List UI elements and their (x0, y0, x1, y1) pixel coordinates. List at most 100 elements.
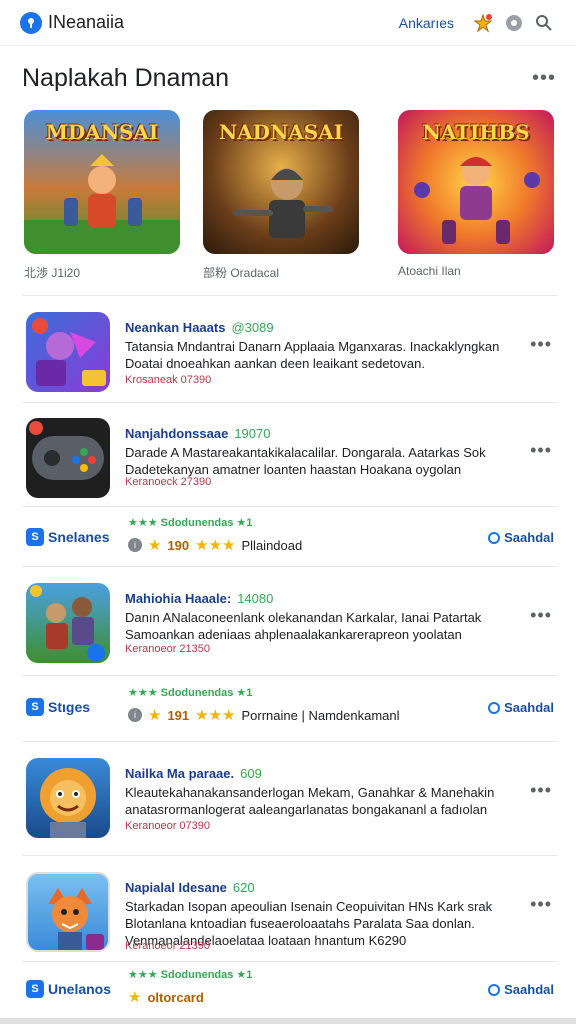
star-icon: ★★★ (195, 537, 236, 554)
promo-stars-line: ★★★ Sdodunendas ★1 (128, 687, 253, 699)
app-title: INeanaiia (48, 12, 125, 32)
promo-rating: ★ oltorcard (128, 988, 204, 1006)
app-meta: Keranoeor 21390 (125, 940, 211, 952)
list-item[interactable]: Neankan Haaats @3089 Tatansia Mndantrai D… (22, 304, 558, 396)
promo-stars-line: ★★★ Sdodunendas ★1 (128, 517, 253, 529)
circle-icon (488, 531, 501, 544)
promo-row: S Snelanes ★★★ Sdodunendas ★1 i ★ 190 ★★… (22, 510, 558, 564)
promo-action-label: Saahdal (504, 530, 554, 545)
star-icon: ★ (128, 989, 142, 1006)
app-code: 14080 (237, 591, 274, 606)
list-item[interactable]: Nailka Ma paraae. 609 Kleautekahanakansan… (22, 750, 558, 842)
promo-action-button[interactable]: Saahdal (488, 530, 554, 545)
app-name: Nailka Ma paraae. 609 (125, 766, 262, 781)
featured-card[interactable]: NATIHBS Atoachi Ilan (398, 110, 554, 278)
promo-action-button[interactable]: Saahdal (488, 700, 554, 715)
app-icon (26, 312, 110, 392)
app-description: Danın ANalaconeenlank olekanandan Karkal… (125, 610, 482, 642)
promo-action-label: Saahdal (504, 982, 554, 997)
star-icon: ★ (148, 537, 162, 554)
featured-caption: 北渉 J1i20 (24, 266, 81, 280)
list-item[interactable]: Napialal Idesane 620 Starkadan Isopan ape… (22, 864, 558, 956)
app-meta: Keranoeor 21350 (125, 643, 211, 655)
app-meta: Krosaneak 07390 (125, 374, 212, 386)
featured-game-art: NADNASAI (203, 110, 359, 254)
divider (22, 741, 558, 742)
app-code: 609 (240, 766, 262, 781)
promo-row: S Unelanos ★★★ Sdodunendas ★1 ★ oltorcar… (22, 962, 558, 1016)
top-app-bar: INeanaiia Ankarıes (0, 0, 576, 46)
promo-action-button[interactable]: Saahdal (488, 982, 554, 997)
section-title: Naplakah Dnaman (22, 63, 230, 92)
promo-label[interactable]: Snelanes (48, 529, 109, 545)
featured-card[interactable]: MDANSAI 北渉 J1i20 (24, 110, 180, 281)
rating-text: Pllaindoad (241, 537, 303, 553)
app-icon (26, 583, 110, 663)
item-more-button[interactable]: ••• (530, 334, 552, 355)
featured-game-art: MDANSAI (24, 110, 180, 254)
star-badge-icon[interactable] (472, 11, 496, 35)
promo-label[interactable]: Unelanos (48, 981, 111, 997)
divider (22, 855, 558, 856)
app-name-text: Nanjahdonssaae (125, 426, 229, 441)
star-icon: ★ (148, 707, 162, 724)
divider (22, 506, 558, 507)
promo-label[interactable]: Stıges (48, 699, 90, 715)
info-icon: i (128, 708, 142, 722)
app-code: 620 (232, 880, 255, 895)
list-item[interactable]: Mahiohia Haaale: 14080 Danın ANalaconeenl… (22, 575, 558, 667)
app-name: Neankan Haaats @3089 (125, 320, 274, 335)
rating-text: oltorcard (147, 989, 204, 1005)
item-more-button[interactable]: ••• (530, 440, 552, 461)
rating-number: 191 (167, 707, 190, 723)
featured-game-art: NATIHBS (398, 110, 554, 254)
app-code: @3089 (231, 320, 274, 335)
app-meta: Keranoeck 27390 (125, 476, 212, 488)
promo-row: S Stıges ★★★ Sdodunendas ★1 i ★ 191 ★★★ … (22, 680, 558, 734)
divider (22, 295, 558, 296)
section-more-button[interactable]: ••• (532, 68, 556, 88)
app-name-text: Mahiohia Haaale: (125, 591, 232, 606)
featured-card[interactable]: NADNASAI 部粉 Oradacal (203, 110, 359, 281)
item-more-button[interactable]: ••• (530, 894, 552, 915)
app-code: 19070 (234, 426, 271, 441)
app-name: Nanjahdonssaae 19070 (125, 426, 270, 441)
app-icon (26, 872, 110, 952)
app-name-text: Neankan Haaats (125, 320, 226, 335)
list-item[interactable]: Nanjahdonssaae 19070 Darade A Mastareakan… (22, 410, 558, 502)
account-link[interactable]: Ankarıes (399, 15, 454, 31)
rating-number: 190 (167, 537, 190, 553)
app-description: Tatansia Mndantrai Danarn Applaaia Mganx… (125, 339, 500, 371)
featured-caption: 部粉 Oradacal (203, 266, 280, 280)
app-icon (26, 418, 110, 498)
app-logo-icon[interactable] (20, 11, 42, 34)
featured-caption: Atoachi Ilan (398, 264, 461, 278)
promo-badge-icon: S (26, 980, 44, 998)
app-name-text: Nailka Ma paraae. (125, 766, 235, 781)
app-name-text: Napialal Idesane (125, 880, 227, 895)
bottom-scroll-strip (0, 1018, 576, 1024)
app-meta: Keranoeor 07390 (125, 820, 211, 832)
promo-badge-icon: S (26, 698, 44, 716)
circle-icon (488, 701, 501, 714)
divider (22, 402, 558, 403)
section-header: Naplakah Dnaman ••• (22, 58, 556, 98)
app-icon (26, 758, 110, 838)
star-icon: ★★★ (195, 707, 236, 724)
promo-rating: i ★ 191 ★★★ Porrnaine | Namdenkamanl (128, 706, 400, 724)
promo-stars-line: ★★★ Sdodunendas ★1 (128, 969, 253, 981)
app-name: Mahiohia Haaale: 14080 (125, 591, 273, 606)
divider (22, 566, 558, 567)
search-icon[interactable] (532, 11, 556, 35)
app-description: Darade A Mastareakantakikalacalilar. Don… (125, 445, 486, 477)
promo-action-label: Saahdal (504, 700, 554, 715)
info-icon: i (128, 538, 142, 552)
rating-text: Porrnaine | Namdenkamanl (241, 707, 400, 723)
divider (22, 675, 558, 676)
circle-icon (488, 983, 501, 996)
promo-badge-icon: S (26, 528, 44, 546)
item-more-button[interactable]: ••• (530, 605, 552, 626)
gear-icon[interactable] (502, 11, 526, 35)
item-more-button[interactable]: ••• (530, 780, 552, 801)
app-description: Kleautekahanakansanderlogan Mekam, Ganah… (125, 785, 495, 817)
